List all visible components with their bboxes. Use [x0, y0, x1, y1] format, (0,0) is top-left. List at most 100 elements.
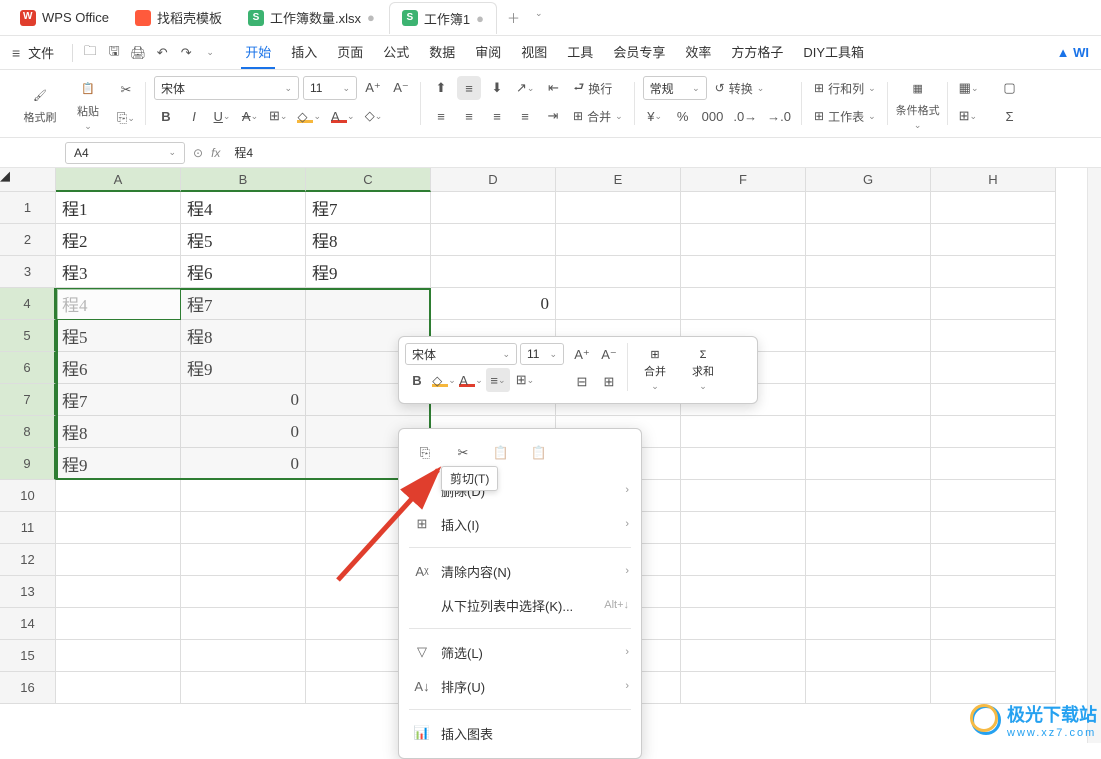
ctx-cut-icon[interactable]: ✂ [451, 441, 475, 465]
cell[interactable] [931, 224, 1056, 256]
cell[interactable] [681, 192, 806, 224]
col-header[interactable]: D [431, 168, 556, 192]
cell[interactable]: 程9 [306, 256, 431, 288]
cell[interactable] [681, 224, 806, 256]
cell[interactable] [931, 544, 1056, 576]
align-center-icon[interactable]: ≡ [457, 104, 481, 128]
menu-file[interactable]: 文件 [28, 43, 54, 62]
mini-font-inc-icon[interactable]: A⁺ [570, 343, 594, 367]
workbook-tab-1[interactable]: S 工作簿数量.xlsx ● [236, 2, 387, 34]
tab-home[interactable]: 开始 [241, 36, 275, 69]
cell[interactable]: 程5 [181, 224, 306, 256]
cell[interactable] [931, 288, 1056, 320]
cell[interactable] [931, 448, 1056, 480]
indent-inc-icon[interactable]: ⇥ [541, 104, 565, 128]
italic-button[interactable]: I [182, 104, 206, 128]
cell[interactable] [931, 256, 1056, 288]
cell[interactable]: 程3 [56, 256, 181, 288]
fx-icon[interactable]: fx [211, 146, 220, 160]
cell[interactable] [181, 640, 306, 672]
cancel-icon[interactable]: ⊙ [193, 146, 203, 160]
cell[interactable] [306, 288, 431, 320]
cell[interactable] [806, 544, 931, 576]
font-increase-icon[interactable]: A⁺ [361, 76, 385, 100]
col-header[interactable]: F [681, 168, 806, 192]
tabs-overflow-button[interactable]: ⌄ [535, 8, 555, 28]
mini-merge-icon[interactable]: ⊟ [570, 370, 594, 394]
clear-format-icon[interactable]: ◇⌄ [362, 104, 386, 128]
align-right-icon[interactable]: ≡ [485, 104, 509, 128]
cell[interactable]: 0 [181, 448, 306, 480]
mini-sum-button[interactable]: Σ 求和⌄ [682, 343, 724, 397]
cell[interactable]: 0 [181, 416, 306, 448]
cell[interactable] [806, 576, 931, 608]
mini-size-select[interactable]: 11⌄ [520, 343, 564, 365]
cell[interactable] [806, 416, 931, 448]
cell[interactable]: 程1 [56, 192, 181, 224]
cell[interactable]: 程8 [306, 224, 431, 256]
mini-border-button[interactable]: ⊞⌄ [513, 368, 537, 392]
mini-font-dec-icon[interactable]: A⁻ [597, 343, 621, 367]
cell[interactable] [431, 192, 556, 224]
row-header[interactable]: 6 [0, 352, 56, 384]
cell[interactable]: 0 [431, 288, 556, 320]
cell[interactable] [931, 480, 1056, 512]
ctx-delete[interactable]: 🗑 删除(D) › [399, 473, 641, 507]
font-decrease-icon[interactable]: A⁻ [389, 76, 413, 100]
cell[interactable]: 程7 [56, 384, 181, 416]
bold-button[interactable]: B [154, 104, 178, 128]
format-icon[interactable]: ⊞⌄ [956, 104, 980, 128]
print-icon[interactable]: 🖨 [127, 42, 149, 64]
worksheet-button[interactable]: ⊞ 工作表⌄ [810, 104, 880, 128]
mini-fill-button[interactable]: ◇⌄ [432, 368, 456, 392]
row-header[interactable]: 5 [0, 320, 56, 352]
undo-icon[interactable]: ↶ [151, 42, 173, 64]
cell[interactable] [681, 256, 806, 288]
col-header[interactable]: B [181, 168, 306, 192]
cell[interactable] [181, 544, 306, 576]
cell[interactable] [181, 672, 306, 704]
redo-icon[interactable]: ↷ [175, 42, 197, 64]
row-headers[interactable]: 12345678910111213141516 [0, 192, 56, 704]
workbook-tab-2[interactable]: S 工作簿1 ● [389, 2, 497, 34]
cell[interactable] [931, 384, 1056, 416]
cell[interactable] [681, 288, 806, 320]
cell[interactable]: 程2 [56, 224, 181, 256]
cell[interactable] [681, 448, 806, 480]
convert-button[interactable]: ↺ 转换⌄ [711, 76, 769, 100]
strikethrough-button[interactable]: A⌄ [238, 104, 262, 128]
cell[interactable] [556, 224, 681, 256]
cell[interactable] [556, 256, 681, 288]
column-headers[interactable]: ABCDEFGH [56, 168, 1087, 192]
cell[interactable]: 程6 [181, 256, 306, 288]
cell[interactable]: 程6 [56, 352, 181, 384]
paste-button[interactable]: 📋 粘贴⌄ [66, 76, 110, 132]
cell[interactable] [681, 672, 806, 704]
orientation-icon[interactable]: ↗⌄ [513, 76, 537, 100]
fill-color-button[interactable]: ◇⌄ [294, 104, 324, 128]
cell[interactable] [56, 544, 181, 576]
cell[interactable] [931, 320, 1056, 352]
cell[interactable] [931, 640, 1056, 672]
font-size-select[interactable]: 11⌄ [303, 76, 357, 100]
col-header[interactable]: A [56, 168, 181, 192]
cell[interactable] [56, 512, 181, 544]
cell[interactable]: 程7 [181, 288, 306, 320]
col-header[interactable]: E [556, 168, 681, 192]
cell[interactable]: 程9 [181, 352, 306, 384]
cell[interactable] [806, 640, 931, 672]
dec-dec-icon[interactable]: →.0 [764, 104, 794, 128]
ctx-paste-special-icon[interactable]: 📋 [527, 441, 551, 465]
cell[interactable] [931, 192, 1056, 224]
indent-dec-icon[interactable]: ⇤ [541, 76, 565, 100]
mini-font-select[interactable]: 宋体⌄ [405, 343, 517, 365]
new-tab-button[interactable]: ＋ [507, 8, 527, 28]
row-header[interactable]: 3 [0, 256, 56, 288]
cell[interactable] [931, 672, 1056, 704]
dec-inc-icon[interactable]: .0→ [730, 104, 760, 128]
row-header[interactable]: 8 [0, 416, 56, 448]
hamburger-icon[interactable]: ≡ [12, 45, 20, 61]
tab-review[interactable]: 审阅 [471, 36, 505, 69]
border-button[interactable]: ⊞⌄ [266, 104, 290, 128]
row-header[interactable]: 16 [0, 672, 56, 704]
